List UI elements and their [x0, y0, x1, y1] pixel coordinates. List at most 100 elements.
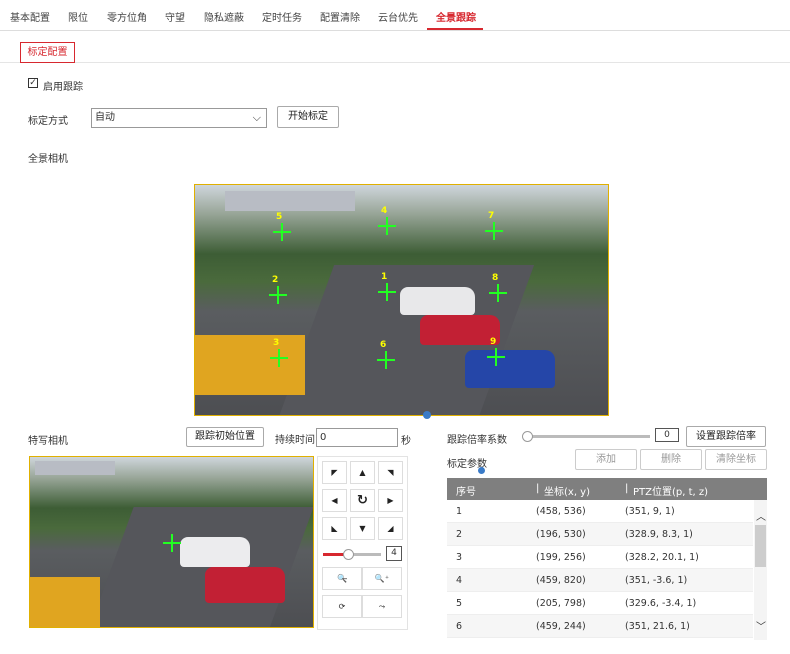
zoom-ratio-slider[interactable]	[522, 431, 650, 442]
ptz-speed-slider[interactable]	[323, 549, 381, 560]
closeup-video[interactable]	[29, 456, 314, 628]
row-index: 3	[456, 552, 463, 563]
tab-privacy-mask[interactable]: 隐私遮蔽	[204, 9, 244, 24]
zoom-in-icon[interactable]: 🔍⁺	[362, 567, 402, 590]
row-index: 5	[456, 598, 463, 609]
col-ptz-position: PTZ位置(p, t, z)	[633, 487, 709, 498]
row-index: 6	[456, 621, 463, 632]
row-coordinates: (458, 536)	[536, 506, 586, 517]
row-ptz-position: (328.9, 8.3, 1)	[625, 529, 693, 540]
row-coordinates: (205, 798)	[536, 598, 586, 609]
blue-car	[465, 350, 555, 388]
calibration-point: 5	[273, 212, 291, 241]
ptz-down-button[interactable]: ▼	[350, 517, 375, 540]
subtab-divider	[0, 62, 790, 63]
clear-coordinates-button[interactable]: 清除坐标	[705, 449, 767, 470]
panorama-resize-handle[interactable]	[423, 411, 431, 419]
calib-mode-value: 自动	[95, 112, 115, 123]
white-car	[400, 287, 475, 315]
row-coordinates: (196, 530)	[536, 529, 586, 540]
duration-unit: 秒	[401, 436, 411, 447]
scrollbar-thumb[interactable]	[755, 525, 766, 567]
focus-near-icon[interactable]: ⟳	[322, 595, 362, 618]
panorama-label: 全景相机	[28, 154, 68, 165]
focus-far-icon[interactable]: ⤳	[362, 595, 402, 618]
row-ptz-position: (351, -3.6, 1)	[625, 575, 688, 586]
calibration-point: 2	[269, 275, 287, 304]
calib-mode-select[interactable]: 自动 ⌵	[91, 108, 267, 128]
tab-panorama-tracking[interactable]: 全景跟踪	[436, 9, 476, 24]
scroll-down-icon[interactable]: ﹀	[756, 618, 766, 633]
tracking-init-position-button[interactable]: 跟踪初始位置	[186, 427, 264, 447]
ptz-up-button[interactable]: ▲	[350, 461, 375, 484]
start-calibration-button[interactable]: 开始标定	[277, 106, 339, 128]
tab-scheduled-task[interactable]: 定时任务	[262, 9, 302, 24]
col-divider: |	[536, 483, 540, 494]
col-divider: |	[625, 483, 629, 494]
ptz-up-left-button[interactable]: ◤	[322, 461, 347, 484]
table-row[interactable]: 4 (459, 820) (351, -3.6, 1)	[447, 569, 753, 592]
params-resize-handle[interactable]	[478, 467, 485, 474]
table-scrollbar[interactable]: ︿ ﹀	[754, 500, 767, 640]
active-tab-indicator	[427, 28, 483, 30]
tab-zero-azimuth[interactable]: 零方位角	[107, 9, 147, 24]
masked-overlay	[35, 461, 115, 475]
row-coordinates: (459, 820)	[536, 575, 586, 586]
enable-tracking-label: 启用跟踪	[43, 82, 83, 93]
row-index: 2	[456, 529, 463, 540]
row-ptz-position: (329.6, -3.4, 1)	[625, 598, 697, 609]
calibration-point: 8	[489, 273, 507, 302]
calibration-point: 7	[485, 211, 503, 240]
col-index: 序号	[456, 487, 476, 498]
add-button[interactable]: 添加	[575, 449, 637, 470]
panorama-video[interactable]: 1 2 3 4 5 6 7 8 9	[194, 184, 609, 416]
table-row[interactable]: 6 (459, 244) (351, 21.6, 1)	[447, 615, 753, 638]
row-index: 1	[456, 506, 463, 517]
center-crosshair-icon	[163, 534, 181, 552]
table-row[interactable]: 3 (199, 256) (328.2, 20.1, 1)	[447, 546, 753, 569]
scroll-up-icon[interactable]: ︿	[756, 508, 766, 523]
tab-bar: 基本配置 限位 零方位角 守望 隐私遮蔽 定时任务 配置清除 云台优先 全景跟踪	[0, 0, 790, 31]
duration-input[interactable]: 0	[316, 428, 398, 447]
ptz-left-button[interactable]: ◀	[322, 489, 347, 512]
set-zoom-ratio-button[interactable]: 设置跟踪倍率	[686, 426, 766, 447]
calibration-point: 6	[377, 340, 395, 369]
closeup-label: 特写相机	[28, 436, 68, 447]
row-coordinates: (199, 256)	[536, 552, 586, 563]
calibration-table: 序号 | 坐标(x, y) | PTZ位置(p, t, z) 1 (458, 53…	[447, 478, 767, 640]
ptz-up-right-button[interactable]: ◥	[378, 461, 403, 484]
white-car	[180, 537, 250, 567]
masked-overlay	[225, 191, 355, 211]
enable-tracking-checkbox[interactable]: ✓	[28, 78, 38, 88]
delete-button[interactable]: 删除	[640, 449, 702, 470]
ptz-control-panel: ◤ ▲ ◥ ◀ ↻ ▶ ◣ ▼ ◢ 4 🔍̶ 🔍⁺ ⟳ ⤳	[317, 456, 408, 630]
table-row[interactable]: 1 (458, 536) (351, 9, 1)	[447, 500, 753, 523]
ptz-auto-rotate-icon[interactable]: ↻	[350, 489, 375, 512]
ptz-down-right-button[interactable]: ◢	[378, 517, 403, 540]
slider-thumb[interactable]	[343, 549, 354, 560]
table-row[interactable]: 5 (205, 798) (329.6, -3.4, 1)	[447, 592, 753, 615]
red-car	[420, 315, 500, 345]
tab-basic[interactable]: 基本配置	[10, 9, 50, 24]
zoom-ratio-value: 0	[655, 428, 679, 442]
zoom-out-icon[interactable]: 🔍̶	[322, 567, 362, 590]
row-ptz-position: (328.2, 20.1, 1)	[625, 552, 699, 563]
slider-thumb[interactable]	[522, 431, 533, 442]
chevron-down-icon: ⌵	[252, 111, 261, 124]
zoom-ratio-label: 跟踪倍率系数	[447, 435, 507, 446]
table-header: 序号 | 坐标(x, y) | PTZ位置(p, t, z)	[447, 478, 767, 500]
ptz-down-left-button[interactable]: ◣	[322, 517, 347, 540]
subtab-calibration-config[interactable]: 标定配置	[20, 42, 75, 63]
yellow-machine	[30, 577, 100, 627]
calibration-point: 4	[378, 206, 396, 235]
duration-label: 持续时间	[275, 435, 315, 446]
tab-ptz-priority[interactable]: 云台优先	[378, 9, 418, 24]
ptz-right-button[interactable]: ▶	[378, 489, 403, 512]
tab-clear-config[interactable]: 配置清除	[320, 9, 360, 24]
row-index: 4	[456, 575, 463, 586]
red-car	[205, 567, 285, 603]
row-ptz-position: (351, 9, 1)	[625, 506, 675, 517]
tab-limit[interactable]: 限位	[68, 9, 88, 24]
tab-park[interactable]: 守望	[165, 9, 185, 24]
table-row[interactable]: 2 (196, 530) (328.9, 8.3, 1)	[447, 523, 753, 546]
